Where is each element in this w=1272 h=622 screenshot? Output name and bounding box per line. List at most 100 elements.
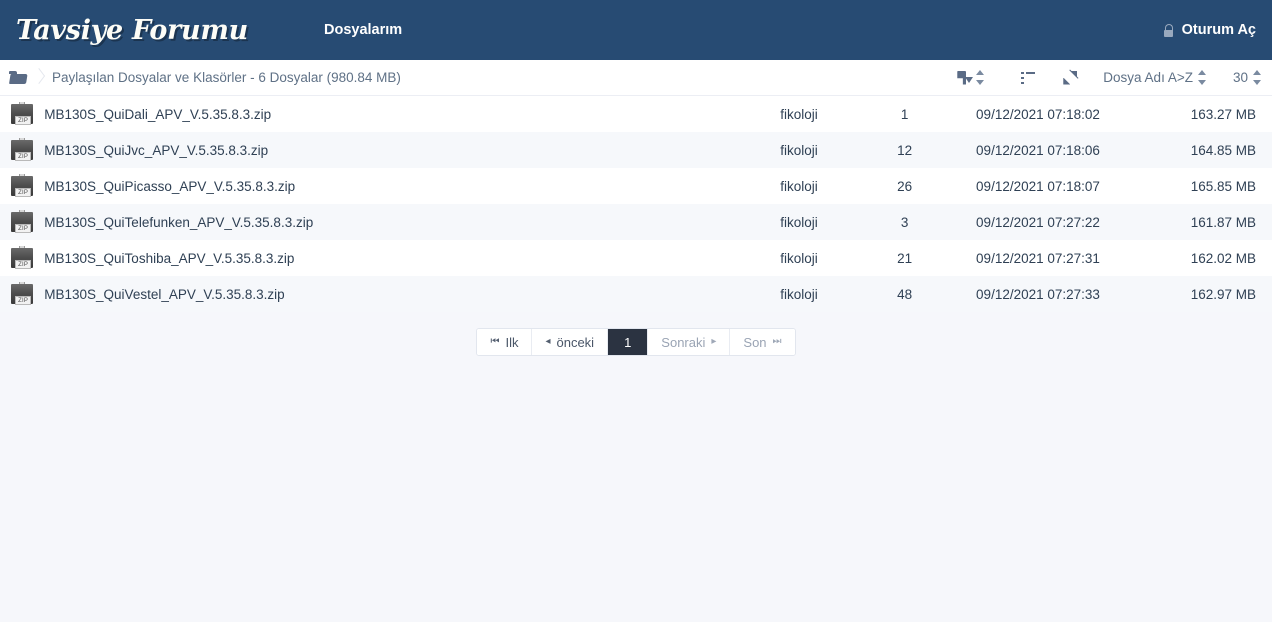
zip-file-icon: ZIP bbox=[11, 282, 34, 306]
breadcrumb-chevron-icon bbox=[26, 60, 52, 96]
sort-order-updown-icon[interactable] bbox=[1197, 70, 1207, 85]
table-row[interactable]: ZIP MB130S_QuiDali_APV_V.5.35.8.3.zip fiko… bbox=[0, 96, 1272, 132]
file-name-cell[interactable]: MB130S_QuiJvc_APV_V.5.35.8.3.zip bbox=[44, 132, 738, 168]
file-download-count-cell: 21 bbox=[897, 250, 913, 266]
pagination-current-label: 1 bbox=[624, 334, 632, 350]
file-owner-cell: fikoloji bbox=[780, 106, 818, 122]
file-icon-cell: ZIP bbox=[0, 240, 44, 276]
file-icon-cell: ZIP bbox=[0, 132, 44, 168]
breadcrumb: Paylaşılan Dosyalar ve Klasörler - 6 Dos… bbox=[0, 60, 927, 96]
zip-file-icon: ZIP bbox=[11, 174, 34, 198]
file-name-cell[interactable]: MB130S_QuiVestel_APV_V.5.35.8.3.zip bbox=[44, 276, 738, 312]
last-page-icon: ⏭ bbox=[772, 336, 782, 347]
file-owner-cell: fikoloji bbox=[780, 214, 818, 230]
expand-view-button[interactable] bbox=[1061, 60, 1079, 96]
pagination-last[interactable]: Son ⏭ bbox=[730, 329, 795, 355]
file-name-label[interactable]: MB130S_QuiDali_APV_V.5.35.8.3.zip bbox=[44, 107, 271, 122]
file-name-label[interactable]: MB130S_QuiToshiba_APV_V.5.35.8.3.zip bbox=[44, 251, 294, 266]
file-size-cell: 162.97 MB bbox=[1190, 286, 1256, 302]
file-size-cell: 163.27 MB bbox=[1190, 106, 1256, 122]
zip-icon-label: ZIP bbox=[15, 116, 32, 125]
file-owner-cell: fikoloji bbox=[780, 178, 818, 194]
zip-file-icon: ZIP bbox=[11, 102, 34, 126]
file-date-cell: 09/12/2021 07:27:31 bbox=[976, 250, 1100, 266]
folder-icon[interactable] bbox=[9, 71, 26, 84]
file-size-cell: 161.87 MB bbox=[1190, 214, 1256, 230]
table-row[interactable]: ZIP MB130S_QuiToshiba_APV_V.5.35.8.3.zip f… bbox=[0, 240, 1272, 276]
table-row[interactable]: ZIP MB130S_QuiPicasso_APV_V.5.35.8.3.zip f… bbox=[0, 168, 1272, 204]
zip-icon-label: ZIP bbox=[15, 260, 32, 269]
file-list-body: ZIP MB130S_QuiDali_APV_V.5.35.8.3.zip fiko… bbox=[0, 96, 1272, 312]
zip-icon-label: ZIP bbox=[15, 152, 32, 161]
list-view-icon[interactable] bbox=[1021, 71, 1036, 84]
file-size-cell: 164.85 MB bbox=[1190, 142, 1256, 158]
zip-file-icon: ZIP bbox=[11, 138, 34, 162]
table-row[interactable]: ZIP MB130S_QuiTelefunken_APV_V.5.35.8.3.z… bbox=[0, 204, 1272, 240]
sort-order-selector[interactable]: Dosya Adı A>Z bbox=[1103, 60, 1207, 96]
breadcrumb-label: Paylaşılan Dosyalar ve Klasörler - 6 Dos… bbox=[52, 70, 401, 85]
file-date-cell: 09/12/2021 07:18:02 bbox=[976, 106, 1100, 122]
file-size-cell: 162.02 MB bbox=[1190, 250, 1256, 266]
save-icon[interactable] bbox=[957, 71, 974, 85]
file-name-label[interactable]: MB130S_QuiJvc_APV_V.5.35.8.3.zip bbox=[44, 143, 268, 158]
pagination-first-label: Ilk bbox=[505, 334, 519, 350]
pagination-previous-label: önceki bbox=[556, 334, 595, 350]
zip-icon-label: ZIP bbox=[15, 224, 32, 233]
file-owner-cell: fikoloji bbox=[780, 250, 818, 266]
file-icon-cell: ZIP bbox=[0, 96, 44, 132]
pagination-area: ⏮ Ilk ◂ önceki 1 Sonraki ▸ Son ⏭ bbox=[0, 312, 1272, 356]
file-owner-cell: fikoloji bbox=[780, 286, 818, 302]
pagination-previous[interactable]: ◂ önceki bbox=[532, 329, 609, 355]
file-name-cell[interactable]: MB130S_QuiToshiba_APV_V.5.35.8.3.zip bbox=[44, 240, 738, 276]
table-row[interactable]: ZIP MB130S_QuiJvc_APV_V.5.35.8.3.zip fikol… bbox=[0, 132, 1272, 168]
toolbar-controls: Dosya Adı A>Z 30 bbox=[927, 60, 1272, 96]
lock-icon bbox=[1163, 23, 1174, 37]
file-download-count-cell: 26 bbox=[897, 178, 913, 194]
file-name-label[interactable]: MB130S_QuiVestel_APV_V.5.35.8.3.zip bbox=[44, 287, 284, 302]
next-page-icon: ▸ bbox=[711, 336, 717, 347]
pagination: ⏮ Ilk ◂ önceki 1 Sonraki ▸ Son ⏭ bbox=[476, 328, 796, 356]
pagination-next-label: Sonraki bbox=[661, 334, 706, 350]
zip-file-icon: ZIP bbox=[11, 246, 34, 270]
toolbar: Paylaşılan Dosyalar ve Klasörler - 6 Dos… bbox=[0, 60, 1272, 96]
zip-icon-label: ZIP bbox=[15, 296, 32, 305]
file-date-cell: 09/12/2021 07:27:22 bbox=[976, 214, 1100, 230]
site-logo[interactable]: Tavsiye Forumu bbox=[16, 15, 248, 46]
file-download-count-cell: 3 bbox=[900, 214, 909, 230]
nav-link-my-files[interactable]: Dosyalarım bbox=[320, 16, 406, 44]
previous-page-icon: ◂ bbox=[545, 336, 551, 347]
expand-icon[interactable] bbox=[1061, 69, 1079, 86]
sort-updown-icon[interactable] bbox=[976, 70, 985, 85]
account-area[interactable]: Oturum Aç bbox=[1163, 0, 1256, 60]
pagination-first[interactable]: ⏮ Ilk bbox=[477, 329, 533, 355]
file-date-cell: 09/12/2021 07:18:06 bbox=[976, 142, 1100, 158]
file-date-cell: 09/12/2021 07:27:33 bbox=[976, 286, 1100, 302]
file-icon-cell: ZIP bbox=[0, 276, 44, 312]
per-page-updown-icon[interactable] bbox=[1253, 70, 1262, 85]
file-name-cell[interactable]: MB130S_QuiDali_APV_V.5.35.8.3.zip bbox=[44, 96, 738, 132]
login-label[interactable]: Oturum Aç bbox=[1182, 22, 1256, 38]
pagination-page-1[interactable]: 1 bbox=[608, 329, 649, 355]
file-name-label[interactable]: MB130S_QuiPicasso_APV_V.5.35.8.3.zip bbox=[44, 179, 295, 194]
save-sort-control[interactable] bbox=[957, 60, 985, 96]
file-owner-cell: fikoloji bbox=[780, 142, 818, 158]
file-date-cell: 09/12/2021 07:18:07 bbox=[976, 178, 1100, 194]
table-row[interactable]: ZIP MB130S_QuiVestel_APV_V.5.35.8.3.zip fi… bbox=[0, 276, 1272, 312]
sort-order-label[interactable]: Dosya Adı A>Z bbox=[1103, 70, 1193, 85]
file-name-cell[interactable]: MB130S_QuiTelefunken_APV_V.5.35.8.3.zip bbox=[44, 204, 738, 240]
per-page-label[interactable]: 30 bbox=[1233, 70, 1248, 85]
zip-icon-label: ZIP bbox=[15, 188, 32, 197]
first-page-icon: ⏮ bbox=[490, 336, 500, 347]
file-list-table: ZIP MB130S_QuiDali_APV_V.5.35.8.3.zip fiko… bbox=[0, 96, 1272, 312]
file-name-label[interactable]: MB130S_QuiTelefunken_APV_V.5.35.8.3.zip bbox=[44, 215, 313, 230]
file-download-count-cell: 48 bbox=[897, 286, 913, 302]
file-name-cell[interactable]: MB130S_QuiPicasso_APV_V.5.35.8.3.zip bbox=[44, 168, 738, 204]
file-icon-cell: ZIP bbox=[0, 204, 44, 240]
zip-file-icon: ZIP bbox=[11, 210, 34, 234]
pagination-next[interactable]: Sonraki ▸ bbox=[648, 329, 731, 355]
pagination-last-label: Son bbox=[743, 334, 767, 350]
file-size-cell: 165.85 MB bbox=[1190, 178, 1256, 194]
per-page-selector[interactable]: 30 bbox=[1233, 60, 1262, 96]
list-view-button[interactable] bbox=[1021, 60, 1036, 96]
file-download-count-cell: 12 bbox=[897, 142, 913, 158]
